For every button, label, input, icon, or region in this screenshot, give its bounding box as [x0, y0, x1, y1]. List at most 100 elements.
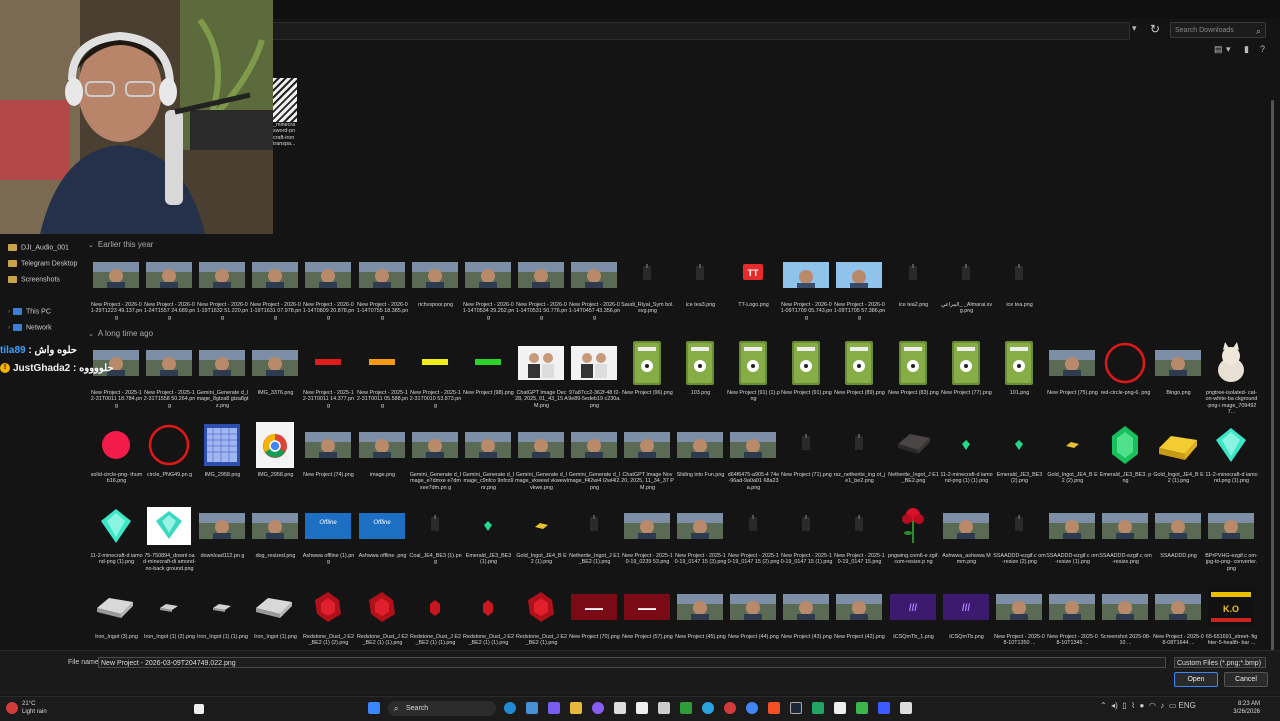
- file-name: New Project (91) (1).png: [727, 390, 780, 403]
- cancel-button[interactable]: Cancel: [1224, 672, 1268, 687]
- file-thumbnail: [146, 340, 192, 386]
- app-icon[interactable]: [834, 702, 846, 714]
- file-thumbnail: [571, 252, 617, 298]
- chevron-down-icon[interactable]: ▾: [1226, 44, 1231, 55]
- address-path[interactable]: [272, 22, 1130, 40]
- file-name: Saudi_Riyal_Sym bol.svg.png: [621, 302, 674, 315]
- start-icon[interactable]: [368, 702, 380, 714]
- preview-pane-icon[interactable]: ▮: [1244, 44, 1249, 55]
- widgets-icon[interactable]: [194, 704, 204, 714]
- nav-item-dji-audio-001[interactable]: DJI_Audio_001: [8, 244, 69, 258]
- battery-icon[interactable]: ▭: [1169, 701, 1177, 710]
- volume-icon[interactable]: ♪: [1160, 701, 1164, 710]
- svg-text:Offline: Offline: [373, 520, 391, 526]
- file-item-partial[interactable]: _minecra sword-pn craft-iron transpa...: [273, 78, 303, 148]
- file-name: New Project (98).png: [463, 390, 514, 396]
- file-name: 11-2-minecraft-d iamond.png (1).png: [1205, 472, 1258, 485]
- file-thumbnail: [677, 340, 723, 386]
- file-name: Coal_JE4_BE3 (1).png: [409, 553, 462, 566]
- nav-item-label: Network: [26, 324, 52, 332]
- file-name: Iron_Ingot (1) (2).png: [144, 634, 195, 640]
- section-header-long-ago[interactable]: ⌄ A long time ago: [88, 329, 153, 338]
- battery-icon[interactable]: ▯: [1122, 701, 1126, 710]
- chevron-up-icon[interactable]: ⌃: [1100, 701, 1107, 710]
- chevron-right-icon[interactable]: ›: [8, 325, 10, 331]
- app-icon[interactable]: [856, 702, 868, 714]
- app-icon[interactable]: [614, 702, 626, 714]
- steam-icon[interactable]: [790, 702, 802, 714]
- file-name: New Project - 2026-01-19T1632 51.220.png: [196, 302, 249, 321]
- file-thumbnail: [677, 252, 723, 298]
- excel-icon[interactable]: [812, 702, 824, 714]
- wifi-icon[interactable]: ◠: [1149, 701, 1156, 710]
- file-name: Ashwwa_ashwwa Mmm.png: [942, 553, 991, 566]
- file-thumbnail: [412, 584, 458, 630]
- file-name: Gemini_Generate d_Image_c9nfco 9nfco9nr.…: [462, 472, 515, 491]
- file-thumbnail: [465, 422, 511, 468]
- file-thumbnail: [359, 340, 405, 386]
- file-thumbnail: [412, 503, 458, 549]
- file-name: BPrPVHG-ezgif.c om-jpg-to-png- converter…: [1205, 553, 1258, 572]
- mail-icon[interactable]: [526, 702, 538, 714]
- file-thumbnail: [836, 584, 882, 630]
- file-name: Gemini_Generate d_Image_vkwewl vkwewlvkw…: [515, 472, 568, 491]
- section-header-earlier[interactable]: ⌄ Earlier this year: [88, 240, 153, 249]
- file-name: Redstone_Dust_J E2_BE2 (1) (1).png: [410, 634, 461, 647]
- nav-item-this-pc[interactable]: › This PC: [8, 308, 51, 322]
- file-name: Netherite_Ingot_J E1_BE2.png: [888, 472, 939, 485]
- telegram-icon[interactable]: [702, 702, 714, 714]
- nav-item-screenshots[interactable]: Screenshots: [8, 276, 60, 290]
- file-name: Redstone_Dust_J E2_BE2 (1) (2).png: [303, 634, 354, 647]
- file-thumbnail: [730, 422, 776, 468]
- file-name: New Project - 2025-08-10T1345 ...: [1047, 634, 1098, 647]
- chevron-down-icon[interactable]: ▾: [1132, 23, 1137, 34]
- speaker-icon[interactable]: ◂): [1111, 701, 1118, 710]
- system-tray[interactable]: ⌃ ◂) ▯ ⌇ ● ◠ ♪ ▭ ENG: [1100, 701, 1196, 710]
- file-name: New Project (75).png: [1047, 390, 1098, 396]
- chrome-icon[interactable]: [746, 702, 758, 714]
- file-name: download112.pn g: [200, 553, 245, 559]
- help-icon[interactable]: ?: [1260, 44, 1265, 54]
- file-thumbnail: [1049, 503, 1095, 549]
- edge-icon[interactable]: [504, 702, 516, 714]
- app-icon[interactable]: [548, 702, 560, 714]
- app-icon[interactable]: [878, 702, 890, 714]
- section-title: A long time ago: [97, 329, 154, 338]
- navigation-pane: DJI_Audio_001 Telegram Desktop Screenshots…: [0, 236, 86, 646]
- view-mode-icon[interactable]: ▤: [1214, 44, 1223, 55]
- file-name: ChatGPT Image Dec 28, 2025, 01_43_15 AM.…: [515, 390, 568, 409]
- weather-widget[interactable]: 21°C Light rain: [6, 700, 47, 716]
- refresh-icon[interactable]: ↻: [1150, 22, 1160, 36]
- file-thumbnail: [783, 503, 829, 549]
- open-button[interactable]: Open: [1174, 672, 1218, 687]
- language-icon[interactable]: ENG: [1179, 701, 1196, 710]
- file-thumbnail: [1155, 503, 1201, 549]
- file-thumbnail: [412, 340, 458, 386]
- file-type-filter[interactable]: Custom Files (*.png;*.bmp): [1174, 657, 1266, 668]
- filename-input[interactable]: New Project - 2026-03-09T204749.022.png: [98, 657, 1166, 668]
- app-icon[interactable]: [724, 702, 736, 714]
- network-icon[interactable]: ⌇: [1131, 701, 1135, 710]
- brave-icon[interactable]: [768, 702, 780, 714]
- vertical-scrollbar[interactable]: [1270, 60, 1276, 660]
- nav-item-network[interactable]: › Network: [8, 324, 52, 338]
- taskbar-search[interactable]: ⌕ Search: [388, 701, 496, 716]
- file-name: Bingo.png: [1166, 390, 1191, 396]
- file-thumbnail: [624, 252, 670, 298]
- search-input[interactable]: Search Downloads ⌕: [1170, 22, 1266, 38]
- app-icon[interactable]: [900, 702, 912, 714]
- chevron-right-icon[interactable]: ›: [8, 309, 10, 315]
- file-name: New Project - 2026-01-14T0755 18.385.png: [356, 302, 409, 321]
- app-icon[interactable]: [658, 702, 670, 714]
- xbox-icon[interactable]: [680, 702, 692, 714]
- app-icon[interactable]: [636, 702, 648, 714]
- nav-item-telegram-desktop[interactable]: Telegram Desktop: [8, 260, 77, 274]
- file-name: red-circle-png-6. png: [1100, 390, 1151, 396]
- file-thumbnail: K.O: [1208, 584, 1254, 630]
- file-thumbnail: [783, 252, 829, 298]
- discord-icon[interactable]: [592, 702, 604, 714]
- file-explorer-icon[interactable]: [570, 702, 582, 714]
- mic-icon[interactable]: ●: [1140, 701, 1145, 710]
- file-name: New Project - 2025-08-10T1350 ...: [994, 634, 1045, 647]
- clock[interactable]: 8:23 AM 3/26/2026: [1230, 700, 1260, 716]
